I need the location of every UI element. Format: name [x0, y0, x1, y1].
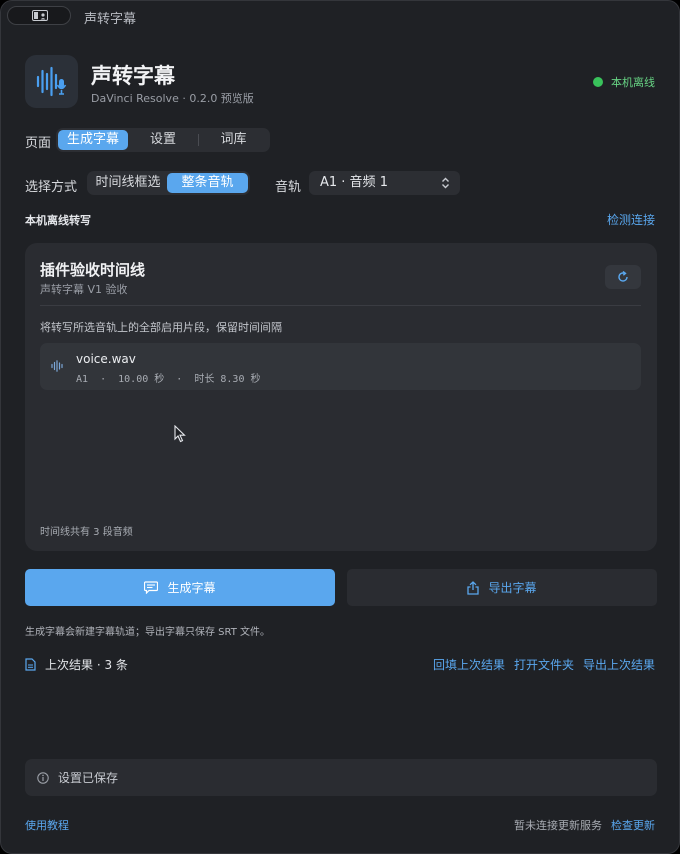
selection-mode-toggle: 时间线框选 整条音轨	[87, 171, 250, 195]
settings-saved-toast: 设置已保存	[25, 759, 657, 796]
generate-label: 生成字幕	[167, 581, 216, 595]
section-title: 本机离线转写	[25, 214, 91, 227]
page-nav-label: 页面	[25, 136, 52, 151]
info-icon	[37, 771, 49, 784]
tab-settings[interactable]: 设置	[128, 130, 198, 150]
clip-name: voice.wav	[76, 352, 136, 366]
track-select[interactable]: A1 · 音频 1	[309, 171, 460, 195]
mouse-cursor-icon	[174, 425, 186, 443]
audio-wave-icon	[51, 360, 63, 372]
timeline-name: 插件验收时间线	[40, 261, 146, 279]
waveform-mic-icon	[36, 66, 67, 97]
sidebar-toggle-button[interactable]	[7, 6, 71, 25]
update-area: 暂未连接更新服务 检查更新	[514, 817, 655, 833]
detect-connection-link[interactable]: 检测连接	[607, 211, 655, 228]
window-title: 声转字幕	[84, 12, 137, 27]
status-label: 本机离线	[611, 76, 655, 89]
app-logo	[25, 55, 78, 108]
timeline-description: 将转写所选音轨上的全部启用片段，保留时间间隔	[40, 321, 282, 334]
card-divider	[40, 305, 641, 306]
generate-subtitles-button[interactable]: 生成字幕	[25, 569, 335, 606]
timeline-project: 声转字幕 V1 验收	[40, 283, 128, 296]
status-dot-icon	[593, 77, 603, 87]
open-folder-link[interactable]: 打开文件夹	[514, 656, 574, 673]
mode-timeline-range[interactable]: 时间线框选	[89, 173, 167, 193]
tutorial-link[interactable]: 使用教程	[25, 817, 69, 833]
update-status: 暂未连接更新服务	[514, 819, 602, 832]
timeline-audio-count: 时间线共有 3 段音频	[40, 527, 133, 538]
app-window: 声转字幕 声转字幕 DaVinci Resolve · 0.2.0 预览版 本机…	[0, 0, 680, 854]
connection-status: 本机离线	[593, 74, 655, 90]
check-update-link[interactable]: 检查更新	[611, 817, 655, 833]
subtitle-icon	[144, 581, 159, 594]
timeline-card: 插件验收时间线 声转字幕 V1 验收 将转写所选音轨上的全部启用片段，保留时间间…	[25, 243, 657, 551]
refresh-icon	[618, 271, 628, 282]
app-version: DaVinci Resolve · 0.2.0 预览版	[91, 92, 254, 105]
toast-text: 设置已保存	[58, 771, 119, 785]
share-icon	[467, 580, 480, 595]
mode-whole-track[interactable]: 整条音轨	[167, 173, 248, 193]
refill-last-result-link[interactable]: 回填上次结果	[433, 656, 505, 673]
clip-meta: A1 · 10.00 秒 · 时长 8.30 秒	[76, 374, 261, 385]
result-links: 回填上次结果 打开文件夹 导出上次结果	[433, 656, 655, 673]
actions-note: 生成字幕会新建字幕轨道；导出字幕只保存 SRT 文件。	[25, 627, 271, 638]
export-label: 导出字幕	[488, 581, 537, 595]
tab-vocabulary[interactable]: 词库	[199, 130, 268, 150]
selection-mode-label: 选择方式	[25, 180, 78, 195]
app-name: 声转字幕	[91, 64, 175, 88]
audio-clip-item[interactable]: voice.wav A1 · 10.00 秒 · 时长 8.30 秒	[40, 343, 641, 390]
last-result: 上次结果 · 3 条	[25, 656, 128, 673]
page-tabs: 生成字幕 设置 词库	[56, 128, 270, 152]
track-select-value: A1 · 音频 1	[320, 175, 388, 190]
export-subtitles-button[interactable]: 导出字幕	[347, 569, 657, 606]
export-last-result-link[interactable]: 导出上次结果	[583, 656, 655, 673]
title-bar: 声转字幕	[1, 1, 679, 31]
document-icon	[25, 658, 36, 671]
last-result-label: 上次结果 · 3 条	[45, 658, 128, 672]
sidebar-icon	[32, 10, 48, 21]
refresh-button[interactable]	[605, 265, 641, 289]
chevron-updown-icon	[442, 177, 449, 189]
track-label: 音轨	[275, 180, 302, 195]
tab-generate[interactable]: 生成字幕	[58, 130, 128, 150]
